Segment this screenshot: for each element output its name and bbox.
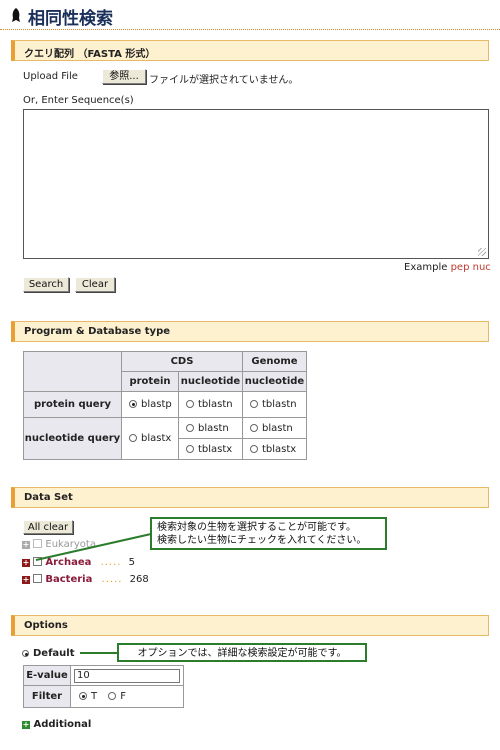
filter-t-label: T bbox=[91, 691, 98, 702]
option-blastn-cds[interactable]: blastn bbox=[178, 417, 243, 439]
evalue-input[interactable]: 10 bbox=[74, 668, 180, 683]
options-section-header: Options bbox=[11, 615, 489, 636]
callout-pointer bbox=[35, 533, 152, 561]
radio-filter-t[interactable] bbox=[79, 692, 87, 700]
option-blastn-genome[interactable]: blastn bbox=[242, 417, 307, 439]
additional-label[interactable]: Additional bbox=[33, 719, 91, 730]
label-blastn-cds: blastn bbox=[198, 422, 229, 434]
page-title: 相同性検索 bbox=[28, 9, 113, 29]
example-nuc-link[interactable]: nuc bbox=[473, 262, 491, 273]
no-file-text: ファイルが選択されていません。 bbox=[149, 75, 299, 86]
label-blastx: blastx bbox=[141, 433, 172, 444]
row-protein-query: protein query bbox=[23, 391, 122, 418]
options-additional-toggle[interactable]: + Additional bbox=[22, 719, 91, 730]
radio-blastp[interactable] bbox=[129, 400, 137, 408]
header-genome: Genome bbox=[242, 351, 307, 372]
filter-f-label: F bbox=[120, 691, 127, 702]
label-blastn-genome: blastn bbox=[262, 422, 293, 434]
example-pep-link[interactable]: pep bbox=[451, 262, 470, 273]
radio-tblastn-genome[interactable] bbox=[250, 400, 258, 408]
options-table: E-value 10 Filter T F bbox=[23, 665, 184, 708]
logo-icon bbox=[12, 8, 20, 22]
label-blastp: blastp bbox=[141, 399, 172, 410]
query-section-header: クエリ配列 （FASTA 形式） bbox=[11, 40, 489, 61]
example-label: Example bbox=[404, 262, 448, 273]
header-cds: CDS bbox=[121, 351, 243, 372]
radio-blastx[interactable] bbox=[129, 434, 137, 442]
radio-tblastx-genome[interactable] bbox=[250, 444, 258, 453]
filter-label: Filter bbox=[23, 685, 71, 708]
label-tblastn-cds: tblastn bbox=[198, 399, 233, 410]
option-blastp[interactable]: blastp bbox=[121, 391, 179, 418]
evalue-label: E-value bbox=[23, 665, 71, 686]
upload-file-label: Upload File bbox=[23, 71, 78, 82]
label-tblastx-cds: tblastx bbox=[198, 443, 233, 455]
browse-button[interactable]: 参照... bbox=[102, 69, 146, 84]
radio-blastn-cds[interactable] bbox=[186, 423, 194, 432]
options-callout-pointer bbox=[80, 652, 118, 654]
option-tblastx-genome[interactable]: tblastx bbox=[242, 438, 307, 460]
radio-tblastx-cds[interactable] bbox=[186, 444, 194, 453]
evalue-cell: 10 bbox=[70, 665, 184, 686]
callout-line1: 検索対象の生物を選択することが可能です。 bbox=[157, 522, 356, 533]
radio-tblastn-cds[interactable] bbox=[186, 400, 194, 408]
sequence-text bbox=[24, 110, 488, 116]
header-nucleotide: nucleotide bbox=[178, 371, 243, 392]
dataset-callout: 検索対象の生物を選択することが可能です。 検索したい生物にチェックを入れてくださ… bbox=[150, 517, 387, 550]
option-tblastn-genome[interactable]: tblastn bbox=[242, 391, 307, 418]
expand-icon[interactable]: + bbox=[22, 721, 30, 729]
radio-filter-f[interactable] bbox=[108, 692, 117, 700]
example-links: Example pep nuc bbox=[404, 262, 491, 273]
dataset-item-bacteria[interactable]: + Bacteria ..... 268 bbox=[22, 574, 149, 585]
options-callout: オプションでは、詳細な検索設定が可能です。 bbox=[117, 643, 367, 662]
sequence-textarea[interactable] bbox=[23, 109, 489, 259]
label-tblastn-genome: tblastn bbox=[262, 399, 297, 410]
default-toggle-icon[interactable] bbox=[22, 650, 29, 657]
radio-blastn-genome[interactable] bbox=[250, 423, 258, 432]
resize-grip-icon[interactable] bbox=[478, 248, 486, 256]
callout-line2: 検索したい生物にチェックを入れてください。 bbox=[157, 535, 367, 546]
checkbox-bacteria[interactable] bbox=[33, 574, 43, 583]
header-protein: protein bbox=[121, 371, 179, 392]
program-table: CDS Genome protein nucleotide nucleotide… bbox=[23, 351, 307, 460]
dataset-section-header: Data Set bbox=[11, 487, 489, 508]
header-nucleotide-genome: nucleotide bbox=[242, 371, 307, 392]
dots-bacteria: ..... bbox=[101, 574, 123, 585]
evalue-value: 10 bbox=[77, 669, 90, 681]
expand-icon[interactable]: + bbox=[22, 541, 30, 549]
row-nucleotide-query: nucleotide query bbox=[23, 417, 122, 460]
label-tblastx-genome: tblastx bbox=[262, 443, 297, 455]
expand-icon[interactable]: + bbox=[22, 576, 30, 584]
enter-sequence-label: Or, Enter Sequence(s) bbox=[23, 95, 134, 106]
expand-icon[interactable]: + bbox=[22, 559, 30, 567]
search-button[interactable]: Search bbox=[23, 277, 69, 292]
option-blastx[interactable]: blastx bbox=[121, 417, 179, 460]
option-tblastx-cds[interactable]: tblastx bbox=[178, 438, 243, 460]
option-tblastn-cds[interactable]: tblastn bbox=[178, 391, 243, 418]
program-table-corner bbox=[23, 351, 122, 392]
options-default-toggle[interactable]: Default bbox=[22, 648, 75, 659]
filter-cell: T F bbox=[70, 685, 184, 708]
clear-button[interactable]: Clear bbox=[75, 277, 115, 292]
program-section-header: Program & Database type bbox=[11, 321, 489, 342]
dataset-item-label[interactable]: Bacteria bbox=[45, 574, 92, 585]
default-label[interactable]: Default bbox=[33, 648, 75, 659]
dataset-item-count: 268 bbox=[129, 574, 149, 585]
